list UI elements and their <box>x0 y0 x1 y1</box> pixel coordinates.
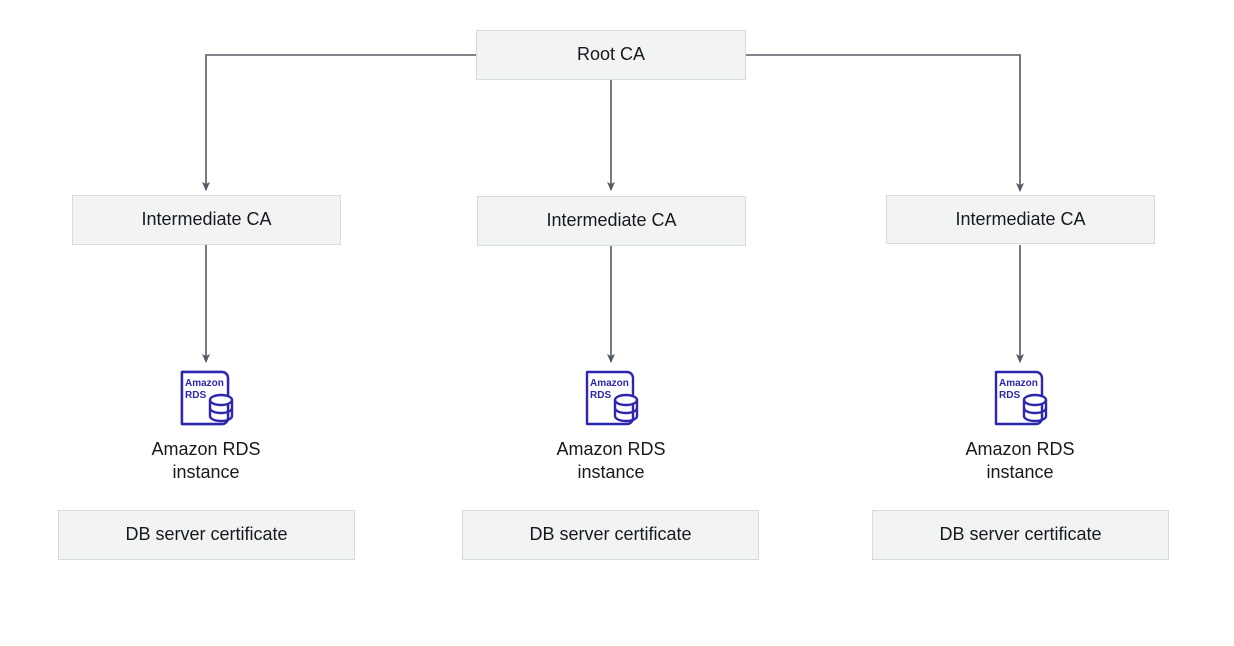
rds-instance-label: Amazon RDS instance <box>511 438 711 483</box>
rds-icon-text-bottom: RDS <box>185 390 206 401</box>
rds-label-line2: instance <box>577 462 644 482</box>
db-server-cert-label: DB server certificate <box>939 523 1101 546</box>
root-ca-box: Root CA <box>476 30 746 80</box>
db-server-cert-label: DB server certificate <box>529 523 691 546</box>
intermediate-ca-label: Intermediate CA <box>546 209 676 232</box>
intermediate-ca-box: Intermediate CA <box>886 195 1155 244</box>
intermediate-ca-label: Intermediate CA <box>955 208 1085 231</box>
rds-label-line1: Amazon RDS <box>965 439 1074 459</box>
rds-instance-label: Amazon RDS instance <box>920 438 1120 483</box>
intermediate-ca-label: Intermediate CA <box>141 208 271 231</box>
db-server-cert-label: DB server certificate <box>125 523 287 546</box>
amazon-rds-icon: Amazon RDS <box>176 368 236 428</box>
rds-icon-text-bottom: RDS <box>999 390 1020 401</box>
amazon-rds-icon: Amazon RDS <box>990 368 1050 428</box>
certificate-hierarchy-diagram: Root CA Intermediate CA Intermediate CA … <box>0 0 1234 646</box>
db-server-cert-box: DB server certificate <box>462 510 759 560</box>
intermediate-ca-box: Intermediate CA <box>477 196 746 246</box>
intermediate-ca-box: Intermediate CA <box>72 195 341 245</box>
db-server-cert-box: DB server certificate <box>872 510 1169 560</box>
rds-label-line2: instance <box>986 462 1053 482</box>
rds-icon-text-top: Amazon <box>999 378 1038 389</box>
rds-icon-text-top: Amazon <box>185 378 224 389</box>
rds-icon-text-top: Amazon <box>590 378 629 389</box>
root-ca-label: Root CA <box>577 43 645 66</box>
rds-label-line1: Amazon RDS <box>556 439 665 459</box>
rds-label-line1: Amazon RDS <box>151 439 260 459</box>
db-server-cert-box: DB server certificate <box>58 510 355 560</box>
rds-instance-label: Amazon RDS instance <box>106 438 306 483</box>
rds-label-line2: instance <box>172 462 239 482</box>
amazon-rds-icon: Amazon RDS <box>581 368 641 428</box>
rds-icon-text-bottom: RDS <box>590 390 611 401</box>
